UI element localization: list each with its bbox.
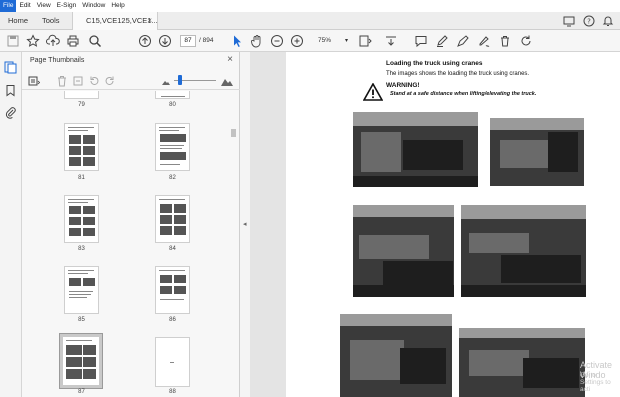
fill-sign-icon[interactable] [477,34,491,48]
small-mountain-icon [162,81,170,85]
menu-file[interactable]: File [0,0,17,12]
draw-icon[interactable] [456,34,470,48]
svg-text:?: ? [587,18,591,26]
thumbnail-page[interactable] [64,195,99,243]
section-description: The images shows the loading the truck u… [386,71,530,77]
thumbnail-page[interactable] [155,195,190,243]
attachments-icon[interactable] [4,106,17,119]
left-nav-rail [0,52,22,397]
thumbnail-page[interactable] [64,123,99,171]
menu-bar: File Edit View E-Sign Window Help [0,0,620,12]
crane-photo [353,112,478,187]
notifications-icon[interactable] [602,15,614,27]
warning-icon [363,83,383,101]
rotate-left-icon[interactable] [88,75,100,87]
thumbnail-label: 80 [169,102,176,108]
tab-bar: Home Tools C15,VCE125,VCE1... × ? [0,12,620,30]
rotate-icon[interactable] [519,34,533,48]
zoom-level-select[interactable]: 75% ▾ [310,35,350,47]
thumbnail-page[interactable] [155,266,190,314]
share-screen-icon[interactable] [563,15,575,27]
zoom-level-value: 75% [318,37,332,44]
tab-tools[interactable]: Tools [42,12,60,30]
crane-photo [353,205,454,297]
menu-help[interactable]: Help [108,0,127,12]
scrollbar-thumb[interactable] [231,129,236,137]
save-icon[interactable] [6,34,20,48]
page-total: / 894 [199,37,214,44]
main-toolbar: 87 / 894 75% ▾ [0,30,620,52]
thumbnail-scrollbar[interactable] [230,91,238,397]
fit-page-icon[interactable] [358,34,372,48]
crane-photo [340,314,452,397]
zoom-in-icon[interactable] [290,34,304,48]
thumbnail-label: 84 [169,246,176,252]
warning-title: WARNING! [386,82,420,89]
crane-photo [459,328,585,397]
print-icon[interactable] [66,34,80,48]
select-cursor-icon[interactable] [230,34,244,48]
thumbnail-list: 79 80 81 82 83 84 85 86 87 88 [22,91,232,397]
next-page-icon[interactable] [158,34,172,48]
collapse-panel-icon[interactable]: ◂ [243,220,247,228]
thumbnail-page[interactable] [155,337,190,387]
zoom-out-icon[interactable] [270,34,284,48]
rotate-right-icon[interactable] [104,75,116,87]
close-icon[interactable]: × [227,54,233,65]
highlight-pen-icon[interactable] [435,34,449,48]
section-heading: Loading the truck using cranes [386,60,483,67]
large-mountain-icon [221,79,233,86]
thumbnail-label: 83 [78,246,85,252]
thumbnail-page[interactable] [155,123,190,171]
search-icon[interactable] [88,34,102,48]
delete-icon[interactable] [498,34,512,48]
help-icon[interactable]: ? [583,15,595,27]
thumbnail-label: 85 [78,317,85,323]
thumbnail-label: 88 [169,389,176,395]
thumbnail-label: 81 [78,175,85,181]
thumbnail-label: 79 [78,102,85,108]
acrobat-window: File Edit View E-Sign Window Help Home T… [0,0,620,397]
document-canvas[interactable]: Loading the truck using cranes The image… [250,52,620,397]
thumbnail-label: 86 [169,317,176,323]
thumbnail-label: 87 [78,389,85,395]
crane-photo [490,118,584,186]
thumbnail-page[interactable] [155,91,190,99]
thumbnail-toolbar [22,72,240,90]
tab-document[interactable]: C15,VCE125,VCE1... × [72,12,158,30]
slider-handle[interactable] [178,75,182,85]
hand-tool-icon[interactable] [250,34,264,48]
scroll-mode-icon[interactable] [384,34,398,48]
menu-esign[interactable]: E-Sign [54,0,80,12]
previous-page-icon[interactable] [138,34,152,48]
tab-home[interactable]: Home [8,12,28,30]
panel-title: Page Thumbnails [30,57,85,64]
upload-cloud-icon[interactable] [46,34,60,48]
pdf-page: Loading the truck using cranes The image… [286,52,620,397]
crane-photo [461,205,586,297]
activation-watermark-subtext: Go to Settings to acti [580,372,611,393]
page-thumbnails-panel: Page Thumbnails × 79 80 81 82 83 84 85 8… [22,52,240,397]
delete-page-icon[interactable] [56,75,68,87]
thumbnail-page[interactable] [64,91,99,99]
menu-edit[interactable]: Edit [16,0,33,12]
comment-icon[interactable] [414,34,428,48]
bookmark-star-icon[interactable] [26,34,40,48]
page-thumbnails-icon[interactable] [4,61,17,74]
warning-text: Stand at a safe distance when lifting/el… [390,91,537,97]
options-menu-icon[interactable] [28,75,40,87]
chevron-down-icon: ▾ [344,38,348,44]
thumbnail-label: 82 [169,175,176,181]
close-icon[interactable]: × [147,12,152,30]
thumbnail-page[interactable] [64,266,99,314]
thumbnail-page-selected[interactable] [59,333,103,389]
extract-page-icon[interactable] [72,75,84,87]
bookmarks-icon[interactable] [4,84,17,97]
page-number-input[interactable]: 87 [180,35,196,47]
menu-view[interactable]: View [34,0,54,12]
menu-window[interactable]: Window [79,0,108,12]
